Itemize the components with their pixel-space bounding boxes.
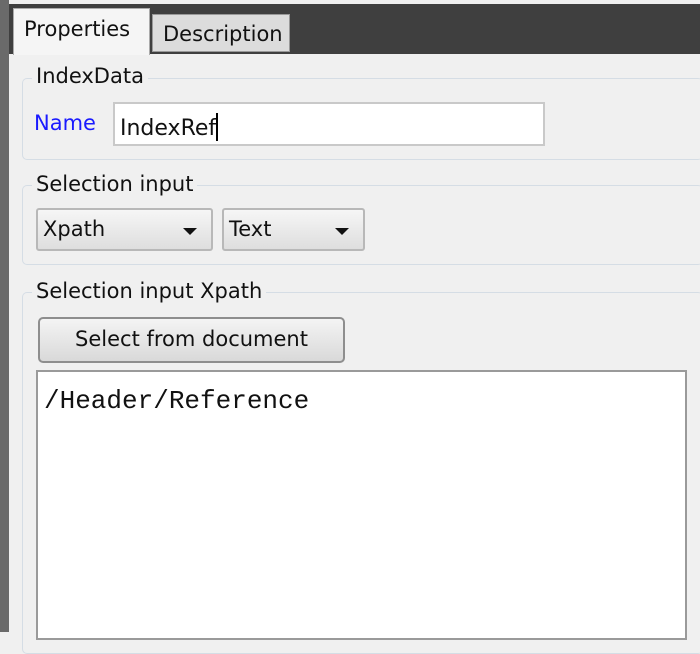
selection-xpath-title: Selection input Xpath	[32, 279, 267, 303]
text-caret	[216, 113, 219, 141]
xpath-value: /Header/Reference	[44, 386, 310, 416]
select-from-document-button[interactable]: Select from document	[38, 317, 345, 363]
selection-format-value: Text	[229, 217, 272, 241]
left-border	[0, 0, 9, 632]
chevron-down-icon	[335, 228, 349, 235]
selection-type-value: Xpath	[43, 217, 106, 241]
index-data-title: IndexData	[32, 64, 148, 88]
selection-type-dropdown[interactable]: Xpath	[36, 208, 213, 251]
name-input[interactable]: IndexRef	[113, 102, 545, 146]
selection-format-dropdown[interactable]: Text	[222, 208, 365, 251]
chevron-down-icon	[183, 228, 197, 235]
selection-input-title: Selection input	[32, 172, 198, 196]
tab-properties[interactable]: Properties	[13, 8, 150, 58]
xpath-textarea[interactable]: /Header/Reference	[36, 370, 687, 640]
tab-description[interactable]: Description	[152, 14, 290, 52]
name-label: Name	[34, 111, 96, 135]
name-value: IndexRef	[120, 116, 217, 141]
